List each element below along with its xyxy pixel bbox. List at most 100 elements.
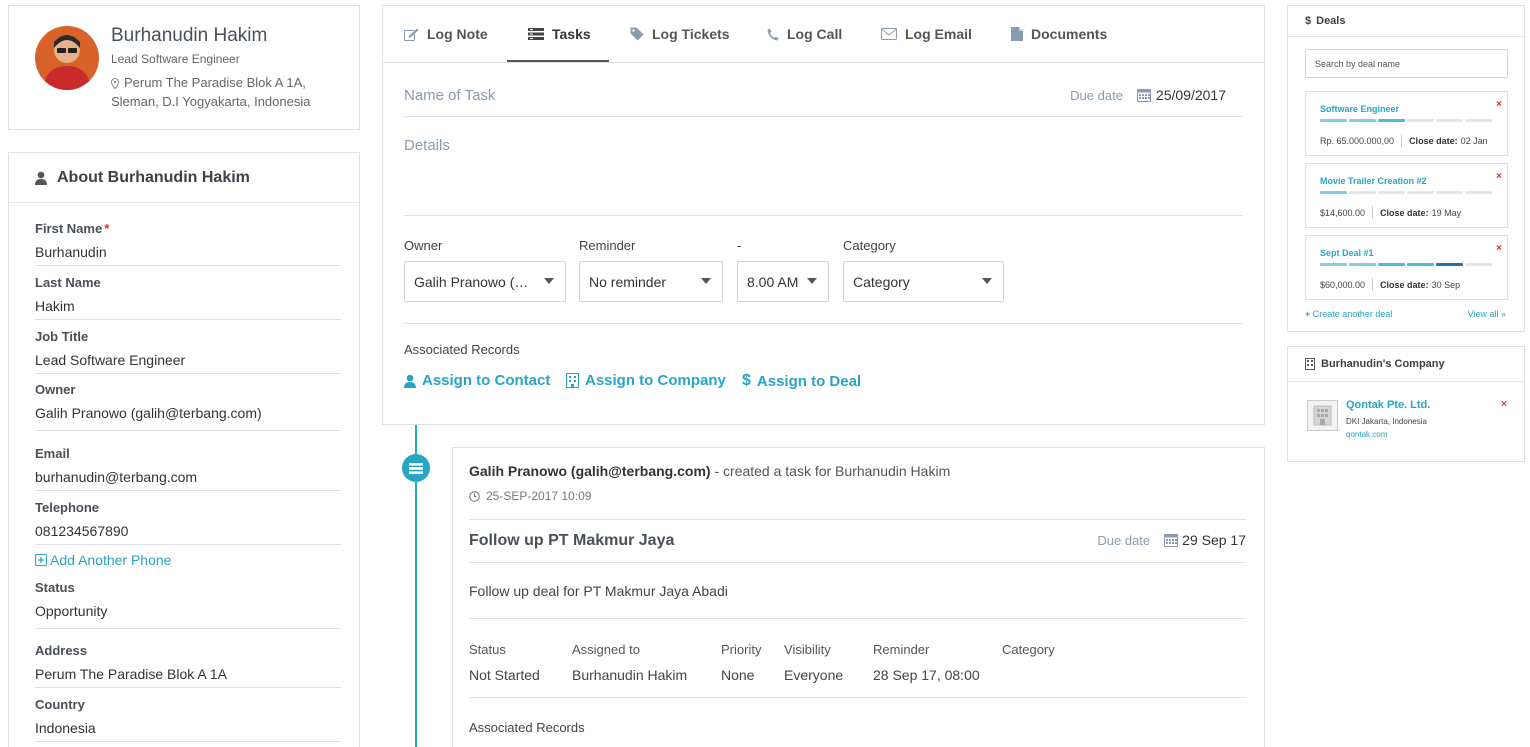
remove-company-icon[interactable]: × [1501,399,1507,410]
associated-records-label: Associated Records [404,342,520,357]
avatar[interactable] [35,26,99,90]
field-status[interactable]: Status Opportunity [35,580,341,629]
deal-stage-segment [1465,263,1492,266]
deals-title: Deals [1316,15,1346,27]
activity-title: Galih Pranowo (galih@terbang.com) - crea… [469,463,950,479]
remove-deal-icon[interactable]: × [1496,243,1502,254]
assign-contact-link[interactable]: Assign to Contact [404,372,550,389]
deal-stage-segment [1320,263,1347,266]
field-value: Opportunity [35,603,108,619]
close-date-label: Close date: [1380,207,1429,218]
field-label: Country [35,697,85,712]
divider [469,562,1246,563]
deal-stage-bar [1320,119,1492,122]
meta-value-reminder[interactable]: 28 Sep 17, 08:00 [873,667,980,683]
deal-name[interactable]: Movie Trailer Creation #2 [1320,176,1427,186]
activity-tabs: Log Note Tasks Log Tickets Log Call Log … [383,6,1264,63]
deals-header: $ Deals [1288,6,1524,37]
chevron-down-icon [807,278,817,284]
deal-stage-segment [1320,191,1347,194]
divider [469,697,1246,698]
about-header: About Burhanudin Hakim [9,153,359,203]
assign-company-link[interactable]: Assign to Company [566,372,726,389]
field-label: Status [35,580,75,595]
deal-stage-segment [1407,119,1434,122]
tab-log-call[interactable]: Log Call [767,26,842,42]
category-select-value: Category [853,273,910,290]
document-icon [1011,27,1023,41]
assign-deal-link[interactable]: $ Assign to Deal [742,372,861,390]
field-value: burhanudin@terbang.com [35,469,198,485]
deal-name[interactable]: Sept Deal #1 [1320,248,1374,258]
meta-value-assigned[interactable]: Burhanudin Hakim [572,667,687,683]
profile-address: Perum The Paradise Blok A 1A, Sleman, D.… [111,73,310,111]
field-first-name[interactable]: First Name * Burhanudin [35,221,341,266]
plus-icon: + [1305,309,1311,319]
field-value: 081234567890 [35,523,129,539]
address-line-2: Sleman, D.I Yogyakarta, Indonesia [111,94,311,109]
meta-value-visibility[interactable]: Everyone [784,667,843,683]
field-job-title[interactable]: Job Title Lead Software Engineer [35,329,341,374]
company-logo[interactable] [1307,400,1338,431]
tab-log-email[interactable]: Log Email [881,26,972,42]
deal-item[interactable]: Software Engineer × Rp. 65.000.000,00 Cl… [1305,91,1508,156]
remove-deal-icon[interactable]: × [1496,171,1502,182]
tab-label: Log Tickets [652,26,730,42]
field-value: Galih Pranowo (galih@terbang.com) [35,405,262,421]
reminder-select-value: No reminder [589,273,667,290]
reminder-select[interactable]: No reminder [579,261,723,302]
owner-select[interactable]: Galih Pranowo (… [404,261,566,302]
deal-amount: $14,600.00 [1320,207,1366,218]
meta-label-status: Status [469,642,506,657]
divider [404,116,1243,117]
task-title[interactable]: Follow up PT Makmur Jaya [469,532,674,550]
assign-contact-label: Assign to Contact [422,372,551,389]
deal-search-input[interactable]: Search by deal name [1305,49,1508,78]
field-label: First Name * [35,221,110,236]
task-form-card: Log Note Tasks Log Tickets Log Call Log … [382,5,1265,425]
due-date-label: Due date [1070,87,1123,103]
field-country[interactable]: Country Indonesia [35,697,341,742]
deal-item[interactable]: Sept Deal #1 × $60,000.00 Close date: 30… [1305,235,1508,300]
meta-label-priority: Priority [721,642,762,657]
add-phone-link[interactable]: Add Another Phone [35,552,171,568]
company-header-title: Burhanudin's Company [1321,358,1445,370]
company-location: DKI Jakarta, Indonesia [1346,417,1427,426]
meta-value-priority[interactable]: None [721,667,754,683]
tab-log-note[interactable]: Log Note [404,26,488,42]
divider [469,618,1246,619]
field-last-name[interactable]: Last Name Hakim [35,275,341,320]
field-telephone[interactable]: Telephone 081234567890 [35,500,341,545]
field-owner[interactable]: Owner Galih Pranowo (galih@terbang.com) [35,382,341,431]
meta-label-reminder: Reminder [873,642,930,657]
field-email[interactable]: Email burhanudin@terbang.com [35,446,341,491]
activity-actor[interactable]: Galih Pranowo (galih@terbang.com) [469,463,711,479]
deal-info: $60,000.00 Close date: 30 Sep [1320,278,1460,291]
timestamp-text: 25-SEP-2017 10:09 [486,489,592,503]
deal-name[interactable]: Software Engineer [1320,104,1399,114]
company-card: Burhanudin's Company Qontak Pte. Ltd. DK… [1287,346,1525,462]
field-address[interactable]: Address Perum The Paradise Blok A 1A [35,643,341,688]
view-all-deals-link[interactable]: View all » [1468,309,1506,319]
divider [469,519,1246,520]
create-deal-link[interactable]: + Create another deal [1305,309,1392,319]
due-date-field[interactable]: Due date 25/09/2017 [1070,87,1226,103]
category-select[interactable]: Category [843,261,1004,302]
tab-label: Log Email [905,26,972,42]
tab-documents[interactable]: Documents [1011,26,1107,42]
tab-tasks[interactable]: Tasks [528,26,591,42]
tab-log-tickets[interactable]: Log Tickets [630,26,730,42]
task-name-input[interactable]: Name of Task [404,87,495,104]
field-value: Perum The Paradise Blok A 1A [35,666,227,682]
time-select[interactable]: 8.00 AM [737,261,829,302]
company-url[interactable]: qontak.com [1346,430,1387,439]
company-name[interactable]: Qontak Pte. Ltd. [1346,399,1430,411]
details-input[interactable]: Details [404,137,450,154]
deal-amount: $60,000.00 [1320,279,1366,290]
tab-label: Log Call [787,26,843,42]
meta-value-status[interactable]: Not Started [469,667,540,683]
edit-icon [404,28,419,41]
close-date-value: 19 May [1431,207,1462,218]
deal-item[interactable]: Movie Trailer Creation #2 × $14,600.00 C… [1305,163,1508,228]
remove-deal-icon[interactable]: × [1496,99,1502,110]
